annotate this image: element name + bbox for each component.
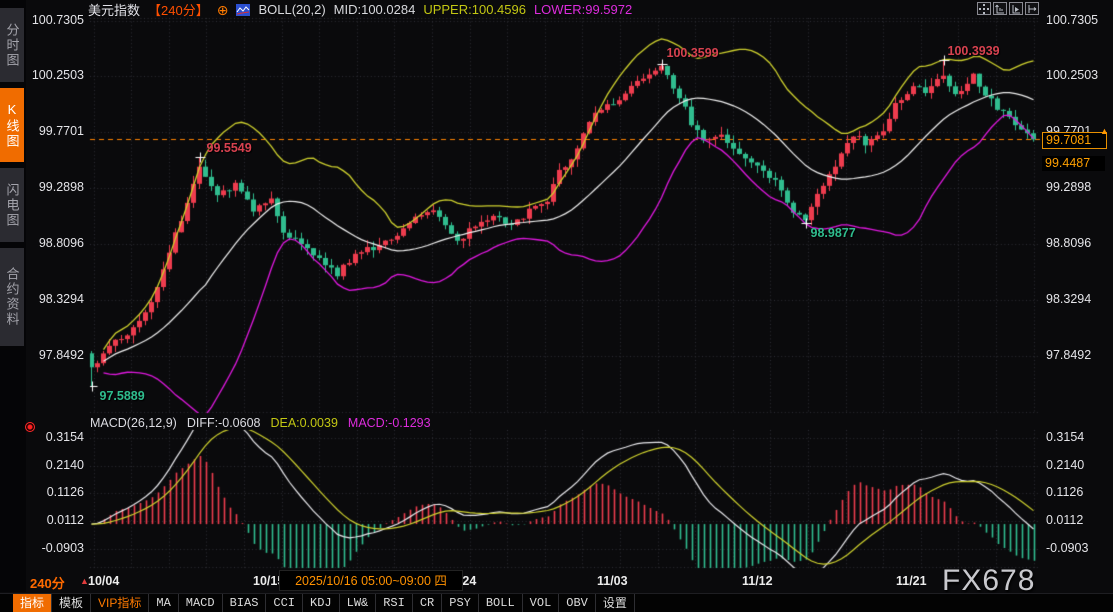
boll-indicator-label: BOLL(20,2) xyxy=(258,2,325,17)
current-price-tag: 99.7081 xyxy=(1042,132,1107,149)
toolbar-item-LW&[interactable]: LW& xyxy=(340,594,377,612)
x-axis-date-label: 10/04 xyxy=(88,574,119,588)
toolbar-item-KDJ[interactable]: KDJ xyxy=(303,594,340,612)
sidebar-tab-time-chart[interactable]: 分时图 xyxy=(0,8,24,82)
x-scale-icon[interactable] xyxy=(1009,2,1023,15)
boll-lower-value: LOWER:99.5972 xyxy=(534,2,632,17)
toolbar-item-设置[interactable]: 设置 xyxy=(596,594,635,612)
toolbar-item-BOLL[interactable]: BOLL xyxy=(479,594,523,612)
pan-right-icon[interactable] xyxy=(1025,2,1039,15)
move-crosshair-icon[interactable] xyxy=(977,2,991,15)
macd-diff-value: DIFF:-0.0608 xyxy=(187,416,261,430)
sidebar-tab-lightning-chart[interactable]: 闪电图 xyxy=(0,168,24,242)
trading-terminal: 分时图 K线图 闪电图 合约资料 美元指数 【240分】 ⊕ BOLL(20,2… xyxy=(0,0,1113,612)
macd-dea-value: DEA:0.0039 xyxy=(270,416,337,430)
add-indicator-icon[interactable]: ⊕ xyxy=(217,3,229,17)
toolbar-item-CCI[interactable]: CCI xyxy=(266,594,303,612)
toolbar-item-MA[interactable]: MA xyxy=(149,594,178,612)
secondary-price-tag: 99.4487 xyxy=(1042,156,1105,171)
y-scale-icon[interactable] xyxy=(993,2,1007,15)
sidebar-tab-kline-chart[interactable]: K线图 xyxy=(0,88,24,162)
record-dot-icon xyxy=(25,422,35,432)
x-axis-date-label: 11/12 xyxy=(742,574,773,588)
period-label: 【240分】 xyxy=(148,0,209,19)
boll-mid-value: MID:100.0284 xyxy=(334,2,416,17)
toolbar-item-CR[interactable]: CR xyxy=(413,594,442,612)
toolbar-item-指标[interactable]: 指标 xyxy=(13,594,52,612)
toolbar-item-VIP指标[interactable]: VIP指标 xyxy=(91,594,149,612)
period-selector[interactable]: 240分 xyxy=(30,573,65,592)
x-axis-date-label: 11/03 xyxy=(597,574,628,588)
macd-bar-value: MACD:-0.1293 xyxy=(348,416,431,430)
chart-header: 美元指数 【240分】 ⊕ BOLL(20,2) MID:100.0284 UP… xyxy=(88,1,632,18)
candle-time-tooltip: 2025/10/16 05:00~09:00 四 xyxy=(279,570,463,591)
price-up-arrow-icon: ▲ xyxy=(1100,126,1109,136)
toolbar-item-VOL[interactable]: VOL xyxy=(523,594,560,612)
macd-indicator-label: MACD(26,12,9) xyxy=(90,416,177,430)
toolbar-item-MACD[interactable]: MACD xyxy=(179,594,223,612)
macd-header: MACD(26,12,9) DIFF:-0.0608 DEA:0.0039 MA… xyxy=(90,416,431,430)
symbol-name: 美元指数 xyxy=(88,0,140,19)
toolbar-item-OBV[interactable]: OBV xyxy=(559,594,596,612)
price-chart-canvas[interactable] xyxy=(0,0,1113,612)
toolbar-item-BIAS[interactable]: BIAS xyxy=(223,594,267,612)
mini-chart-icon xyxy=(236,4,250,16)
indicator-toolbar: 指标模板VIP指标MAMACDBIASCCIKDJLW&RSICRPSYBOLL… xyxy=(0,593,1113,612)
toolbar-item-模板[interactable]: 模板 xyxy=(52,594,91,612)
toolbar-item-RSI[interactable]: RSI xyxy=(376,594,413,612)
sidebar-tab-contract-info[interactable]: 合约资料 xyxy=(0,248,24,346)
chart-controls xyxy=(977,2,1039,15)
boll-upper-value: UPPER:100.4596 xyxy=(423,2,526,17)
x-axis-date-label: 11/21 xyxy=(896,574,927,588)
toolbar-item-PSY[interactable]: PSY xyxy=(442,594,479,612)
left-tab-bar: 分时图 K线图 闪电图 合约资料 xyxy=(0,0,26,592)
